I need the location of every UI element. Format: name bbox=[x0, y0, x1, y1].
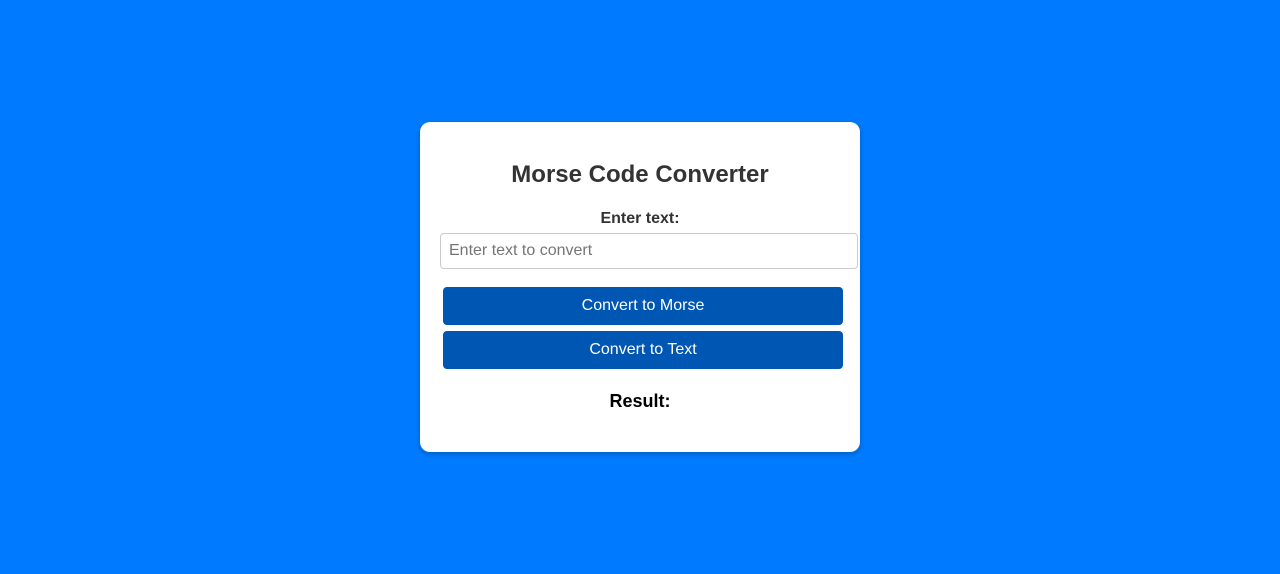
result-label: Result: bbox=[609, 391, 671, 411]
convert-to-morse-button[interactable]: Convert to Morse bbox=[443, 287, 843, 325]
convert-to-text-button[interactable]: Convert to Text bbox=[443, 331, 843, 369]
page-title: Morse Code Converter bbox=[511, 161, 769, 188]
input-label: Enter text: bbox=[600, 210, 680, 227]
converter-card: Morse Code Converter Enter text: Convert… bbox=[420, 122, 860, 452]
result-output bbox=[440, 416, 840, 436]
text-input[interactable] bbox=[440, 233, 858, 269]
